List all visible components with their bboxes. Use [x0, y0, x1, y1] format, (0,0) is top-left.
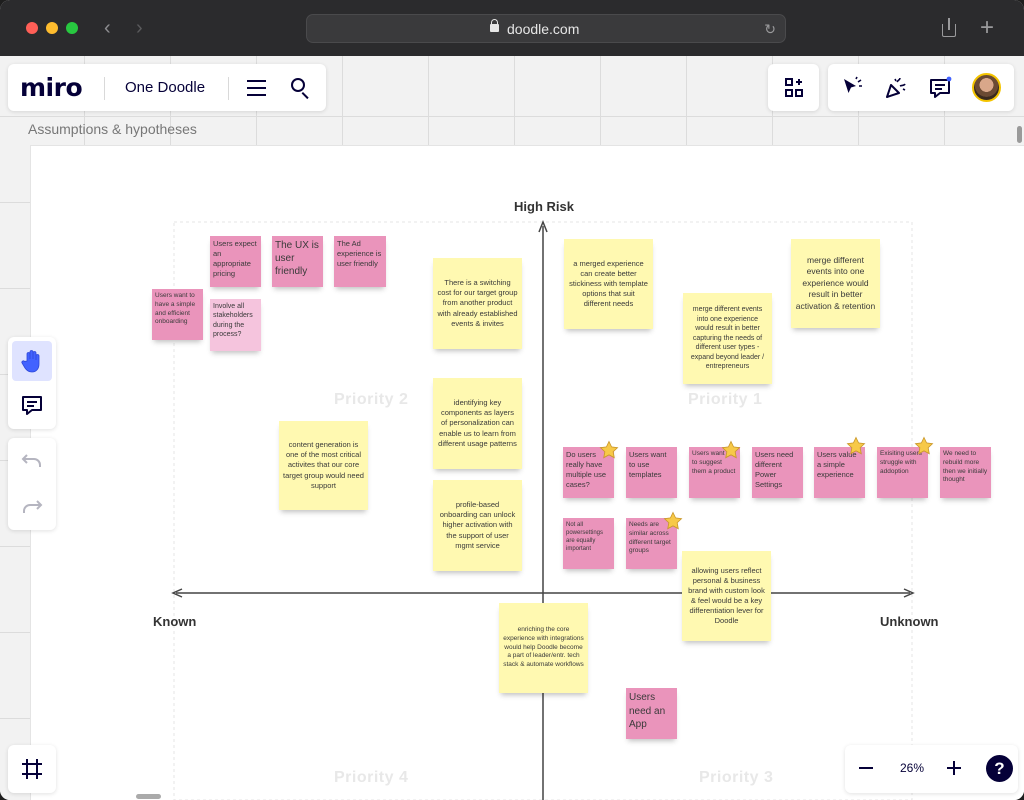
- y-axis-top-label[interactable]: High Risk: [514, 199, 574, 214]
- frames-panel: [8, 745, 56, 793]
- user-avatar[interactable]: [972, 73, 1001, 102]
- sticky-note[interactable]: We need to rebuild more then we initiall…: [940, 447, 991, 498]
- maximize-window-button[interactable]: [66, 22, 78, 34]
- share-icon[interactable]: [940, 18, 958, 38]
- sticky-note[interactable]: Users want to use templates: [626, 447, 677, 498]
- frames-icon[interactable]: [20, 757, 44, 781]
- reload-icon[interactable]: ↻: [764, 21, 776, 38]
- new-tab-button[interactable]: +: [980, 14, 994, 42]
- divider: [228, 77, 229, 100]
- sticky-note[interactable]: allowing users reflect personal & busine…: [682, 551, 771, 641]
- comment-icon[interactable]: [928, 76, 952, 100]
- zoom-out-button[interactable]: [859, 767, 873, 769]
- sticky-note[interactable]: profile-based onboarding can unlock high…: [433, 480, 522, 571]
- comment-tool-icon[interactable]: [20, 393, 44, 417]
- search-icon[interactable]: [290, 77, 312, 100]
- redo-icon[interactable]: [21, 498, 43, 516]
- sticky-note[interactable]: Involve all stakeholders during the proc…: [210, 299, 261, 351]
- star-icon[interactable]: [663, 511, 683, 531]
- sticky-note[interactable]: merge different events into one experien…: [791, 239, 880, 328]
- quadrant-label-priority-4[interactable]: Priority 4: [334, 769, 408, 787]
- minimize-window-button[interactable]: [46, 22, 58, 34]
- star-icon[interactable]: [721, 440, 741, 460]
- horizontal-scrollbar[interactable]: [136, 794, 161, 799]
- close-window-button[interactable]: [26, 22, 38, 34]
- x-axis-left-label[interactable]: Known: [153, 614, 196, 629]
- board-header: miro One Doodle: [8, 64, 326, 111]
- sticky-note[interactable]: Users need an App: [626, 688, 677, 739]
- select-cursor-icon[interactable]: [840, 76, 864, 100]
- browser-toolbar: ‹ › doodle.com ↻ +: [0, 0, 1024, 56]
- confetti-icon[interactable]: [884, 76, 908, 100]
- board-name[interactable]: One Doodle: [125, 79, 205, 96]
- sticky-note[interactable]: enriching the core experience with integ…: [499, 603, 588, 693]
- zoom-level[interactable]: 26%: [899, 761, 925, 775]
- miro-logo[interactable]: miro: [20, 73, 83, 102]
- x-axis-right-label[interactable]: Unknown: [880, 614, 939, 629]
- apps-panel: [768, 64, 819, 111]
- history-toolbar: [8, 438, 56, 530]
- hand-tool-button[interactable]: [12, 341, 52, 381]
- star-icon[interactable]: [914, 436, 934, 456]
- apps-icon[interactable]: [782, 76, 806, 100]
- quadrant-label-priority-2[interactable]: Priority 2: [334, 391, 408, 409]
- vertical-scrollbar[interactable]: [1017, 126, 1022, 143]
- sticky-note[interactable]: The Ad experience is user friendly: [334, 236, 386, 287]
- sticky-note[interactable]: Users want to have a simple and efficien…: [152, 289, 203, 340]
- sticky-note[interactable]: a merged experience can create better st…: [564, 239, 653, 329]
- back-arrow-icon[interactable]: ‹: [104, 18, 111, 38]
- sticky-note[interactable]: merge different events into one experien…: [683, 293, 772, 384]
- sticky-note[interactable]: Not all powersettings are equally import…: [563, 518, 614, 569]
- browser-window: ‹ › doodle.com ↻ + Assumptions & hypothe…: [0, 0, 1024, 800]
- sticky-note[interactable]: content generation is one of the most cr…: [279, 421, 368, 510]
- star-icon[interactable]: [599, 440, 619, 460]
- undo-icon[interactable]: [21, 452, 43, 470]
- divider: [104, 77, 105, 100]
- sticky-note[interactable]: Users need different Power Settings: [752, 447, 803, 498]
- forward-arrow-icon[interactable]: ›: [136, 18, 143, 38]
- url-text: doodle.com: [507, 21, 580, 37]
- address-bar[interactable]: doodle.com ↻: [306, 14, 786, 43]
- star-icon[interactable]: [846, 436, 866, 456]
- help-button[interactable]: ?: [986, 755, 1013, 782]
- lock-icon: [490, 19, 499, 32]
- collaboration-toolbar: [828, 64, 1014, 111]
- sticky-note[interactable]: There is a switching cost for our target…: [433, 258, 522, 349]
- hand-icon: [21, 350, 40, 373]
- quadrant-label-priority-1[interactable]: Priority 1: [688, 391, 762, 409]
- sticky-note[interactable]: Users expect an appropriate pricing: [210, 236, 261, 287]
- quadrant-label-priority-3[interactable]: Priority 3: [699, 769, 773, 787]
- sticky-note[interactable]: The UX is user friendly: [272, 236, 323, 287]
- sticky-note[interactable]: identifying key components as layers of …: [433, 378, 522, 469]
- left-toolbar: [8, 337, 56, 429]
- zoom-controls: 26% ?: [845, 745, 1018, 793]
- menu-icon[interactable]: [247, 79, 267, 97]
- zoom-in-button[interactable]: [947, 761, 961, 775]
- frame-title[interactable]: Assumptions & hypotheses: [28, 121, 197, 137]
